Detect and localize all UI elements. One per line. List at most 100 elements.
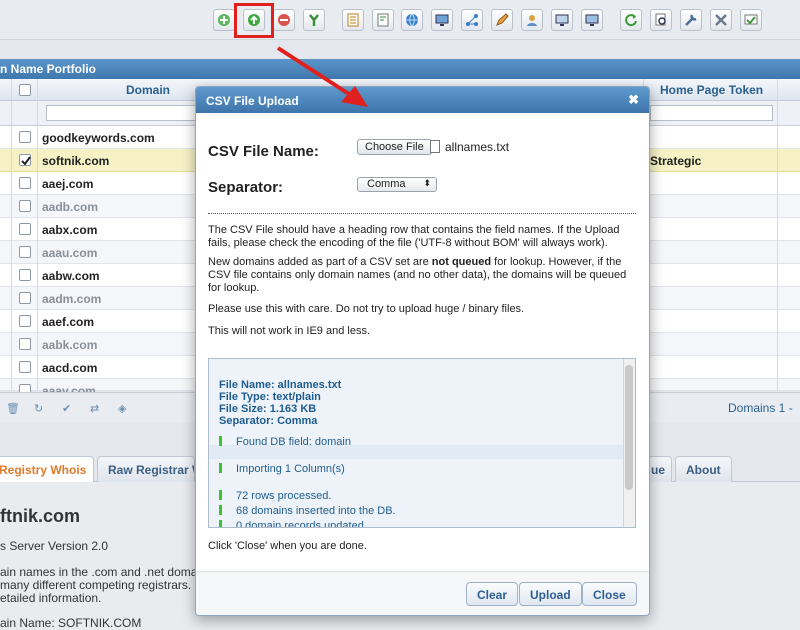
settings-icon[interactable] [710,9,732,31]
separator-select[interactable]: Comma ⬍ [357,177,437,192]
whois-text-line: many different competing registrars. [0,578,192,592]
whois-text-line: ain names in the .com and .net doma [0,565,198,579]
screen2-icon[interactable] [581,9,603,31]
panel-title: n Name Portfolio [0,59,800,79]
row-domain: aaef.com [42,315,95,329]
tab-registry-whois[interactable]: Registry Whois [0,456,94,482]
log-file-size: File Size: 1.163 KB [219,403,317,415]
log-file-type: File Type: text/plain [219,391,321,403]
column-domain[interactable]: Domain [126,83,170,97]
tools-icon[interactable] [303,9,325,31]
row-domain: aabx.com [42,223,98,237]
dialog-title-bar: CSV File Upload ✖ [196,87,649,113]
tab-about[interactable]: About [675,456,732,482]
separator-select-value: Comma [367,178,406,190]
upload-highlight-box [234,3,274,38]
log-entry: 72 rows processed. [219,490,331,502]
row-checkbox[interactable] [19,292,31,304]
upload-button[interactable]: Upload [519,582,582,606]
row-checkbox[interactable] [19,154,31,166]
log-file-name: File Name: allnames.txt [219,379,342,391]
row-checkbox[interactable] [19,315,31,327]
log-entry: 0 domain records updated. [219,520,367,527]
help-paragraph: New domains added as part of a CSV set a… [208,256,627,294]
divider [208,213,636,214]
help-paragraph: Please use this with care. Do not try to… [208,303,525,315]
row-checkbox[interactable] [19,361,31,373]
whois-domain-heading: ftnik.com [0,506,81,526]
report-icon[interactable] [342,9,364,31]
separator-label: Separator: [208,179,284,196]
tag-icon[interactable]: ◈ [118,402,130,415]
csv-file-name-label: CSV File Name: [208,143,319,160]
tab-raw-registrar-whois[interactable]: Raw Registrar W [97,456,195,482]
help-paragraph: This will not work in IE9 and less. [208,325,371,337]
log-entry: Importing 1 Column(s) [219,463,345,475]
clear-button[interactable]: Clear [466,582,519,606]
upload-log[interactable]: File Name: allnames.txt File Type: text/… [208,358,636,528]
refresh-small-icon[interactable]: ↻ [34,402,46,415]
row-domain: aacd.com [42,361,98,375]
select-all-checkbox[interactable] [19,84,31,96]
whois-text-line: etailed information. [0,591,102,605]
chevron-updown-icon: ⬍ [423,178,431,188]
row-checkbox[interactable] [19,177,31,189]
column-divider [37,79,38,391]
row-home-page-token: Strategic [650,154,702,168]
row-domain: softnik.com [42,154,110,168]
log-scrollbar[interactable] [623,359,635,527]
log-separator: Separator: Comma [219,415,318,427]
pencil-icon[interactable] [491,9,513,31]
file-icon [430,140,440,153]
row-domain: goodkeywords.com [42,131,155,145]
row-checkbox[interactable] [19,223,31,235]
row-checkbox[interactable] [19,131,31,143]
row-checkbox[interactable] [19,246,31,258]
csv-upload-dialog: CSV File Upload ✖ CSV File Name: Choose … [195,86,650,616]
row-domain: aabw.com [42,269,100,283]
check-icon[interactable] [740,9,762,31]
log-entry: 68 domains inserted into the DB. [219,505,396,517]
monitor-icon[interactable] [431,9,453,31]
row-domain: aabk.com [42,338,98,352]
row-domain: aaej.com [42,177,94,191]
swap-icon[interactable]: ⇄ [90,402,102,415]
panel-title-text: n Name Portfolio [0,62,97,76]
dialog-title: CSV File Upload [206,94,299,108]
row-domain: aadb.com [42,200,99,214]
wrench-icon[interactable] [680,9,702,31]
check-small-icon[interactable]: ✔ [62,402,74,415]
whois-text-line: s Server Version 2.0 [0,539,109,553]
token-filter-input[interactable] [650,105,773,121]
note-icon[interactable] [372,9,394,31]
refresh-icon[interactable] [620,9,642,31]
column-home-page-token[interactable]: Home Page Token [660,83,763,97]
help-paragraph: The CSV File should have a heading row t… [208,224,620,249]
log-entry: Found DB field: domain [219,436,351,448]
done-instruction: Click 'Close' when you are done. [208,540,367,552]
search-doc-icon[interactable] [650,9,672,31]
column-divider [11,79,12,391]
globe-icon[interactable] [401,9,423,31]
remove-icon[interactable] [273,9,295,31]
toolbar [0,0,800,40]
user-icon[interactable] [521,9,543,31]
close-button[interactable]: Close [582,582,637,606]
domain-filter-input[interactable] [46,105,196,121]
column-divider [777,79,778,391]
row-domain: aadm.com [42,292,102,306]
row-checkbox[interactable] [19,338,31,350]
row-domain: aaau.com [42,246,98,260]
delete-icon[interactable]: 🗑 [6,402,20,415]
row-checkbox[interactable] [19,200,31,212]
screen-icon[interactable] [551,9,573,31]
choose-file-button[interactable]: Choose File [357,139,432,155]
whois-text-line: ain Name: SOFTNIK.COM [0,616,142,630]
share-icon[interactable] [461,9,483,31]
row-checkbox[interactable] [19,269,31,281]
add-icon[interactable] [213,9,235,31]
close-icon[interactable]: ✖ [628,92,639,108]
log-scrollbar-thumb[interactable] [625,365,633,490]
pager-text: Domains 1 - [728,401,793,415]
dialog-footer: Clear Upload Close [196,571,649,615]
